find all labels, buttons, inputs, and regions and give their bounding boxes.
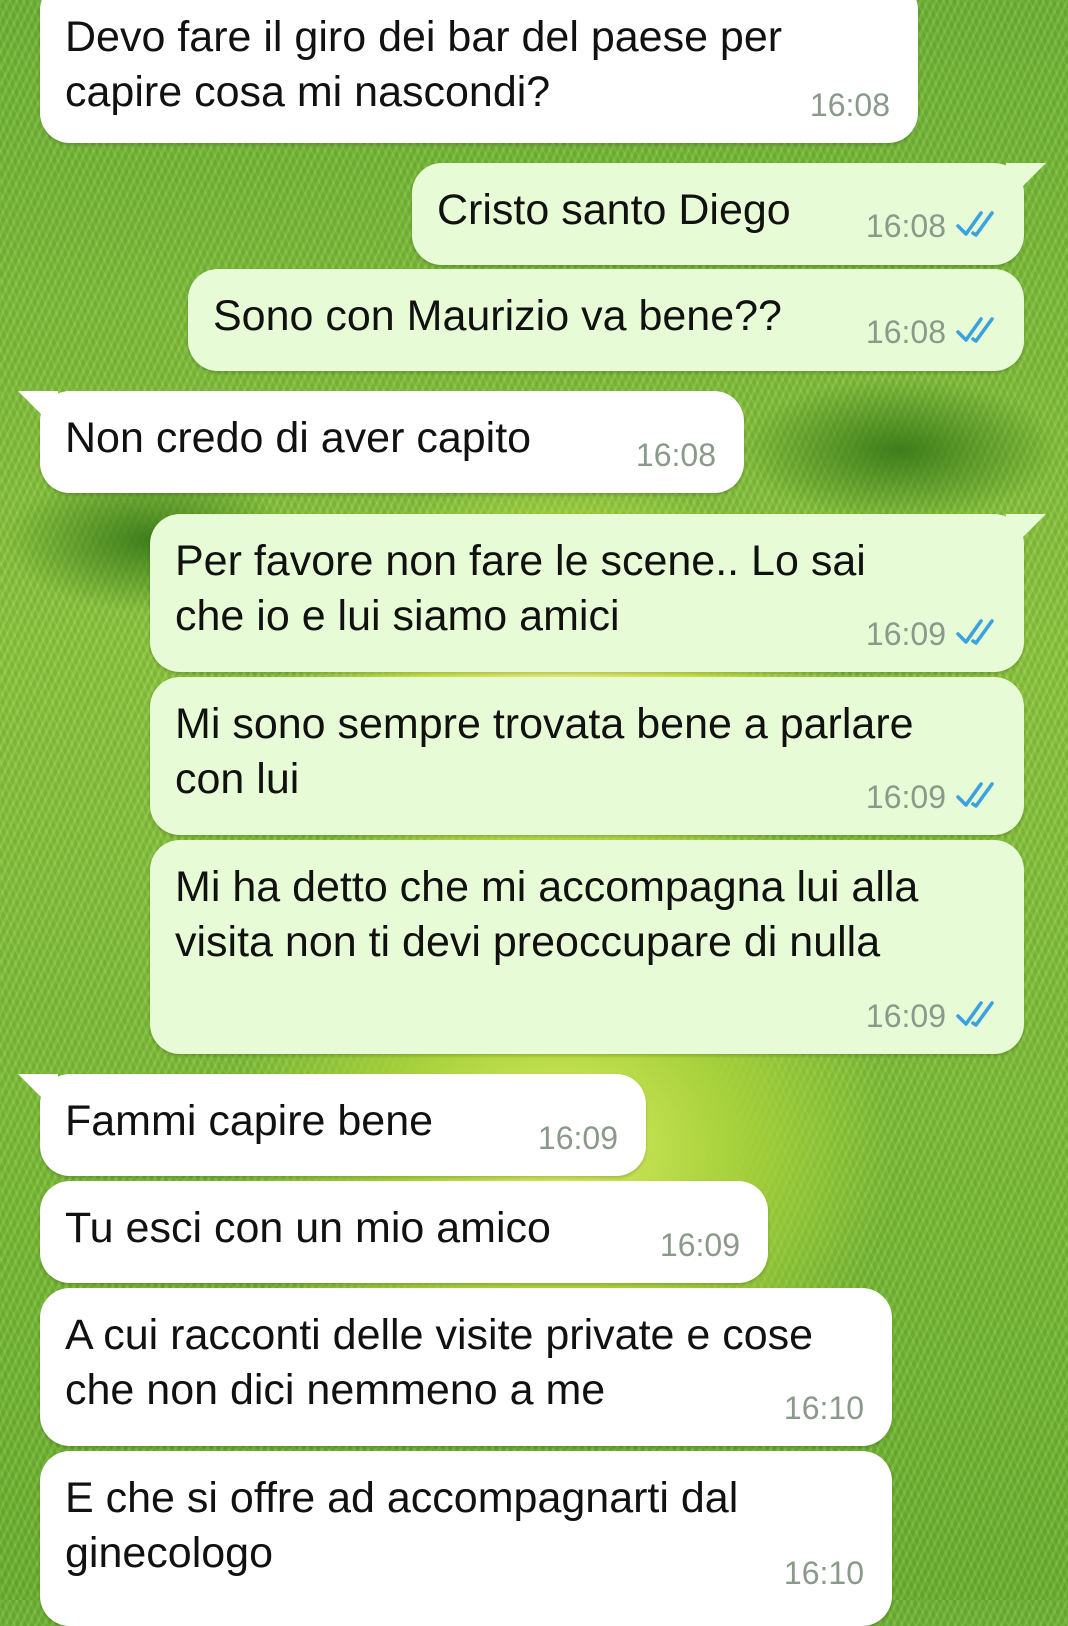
message-text: che non dici nemmeno a me xyxy=(65,1366,606,1414)
message-bubble-incoming[interactable]: Tu esci con un mio amico 16:09 xyxy=(40,1181,768,1283)
message-text: ginecologo xyxy=(65,1529,274,1577)
message-text: Mi sono sempre trovata bene a parlare xyxy=(175,700,914,748)
message-timestamp: 16:08 xyxy=(809,87,890,123)
message-text: Tu esci con un mio amico xyxy=(65,1204,551,1252)
message-timestamp: 16:09 xyxy=(659,1227,740,1263)
message-text: visita non ti devi preoccupare di nulla xyxy=(175,918,881,966)
message-text: capire cosa mi nascondi? xyxy=(65,68,551,116)
message-timestamp: 16:09 xyxy=(865,616,946,652)
message-text: Sono con Maurizio va bene?? xyxy=(213,292,782,340)
message-timestamp: 16:10 xyxy=(783,1390,864,1426)
read-check-icon xyxy=(956,619,994,645)
read-check-icon xyxy=(956,782,994,808)
message-bubble-incoming[interactable]: Devo fare il giro dei bar del paese per … xyxy=(40,0,918,143)
message-bubble-incoming[interactable]: Fammi capire bene 16:09 xyxy=(18,1074,646,1176)
message-timestamp: 16:09 xyxy=(865,998,946,1034)
message-bubble-outgoing[interactable]: Per favore non fare le scene.. Lo sai ch… xyxy=(150,514,1046,672)
message-bubble-incoming[interactable]: Non credo di aver capito 16:08 xyxy=(18,391,744,493)
message-timestamp: 16:09 xyxy=(865,779,946,815)
message-bubble-outgoing[interactable]: Mi ha detto che mi accompagna lui alla v… xyxy=(150,840,1024,1054)
bubble-tail xyxy=(1006,163,1046,203)
message-timestamp: 16:08 xyxy=(865,208,946,244)
message-text: A cui racconti delle visite private e co… xyxy=(65,1311,814,1359)
message-timestamp: 16:10 xyxy=(783,1555,864,1591)
read-check-icon xyxy=(956,317,994,343)
message-text: Devo fare il giro dei bar del paese per xyxy=(65,13,783,61)
message-text: Fammi capire bene xyxy=(65,1097,434,1145)
message-text: Mi ha detto che mi accompagna lui alla xyxy=(175,863,919,911)
read-check-icon xyxy=(956,211,994,237)
message-bubble-outgoing[interactable]: Sono con Maurizio va bene?? 16:08 xyxy=(188,269,1024,371)
message-text: che io e lui siamo amici xyxy=(175,592,620,640)
message-bubble-outgoing[interactable]: Cristo santo Diego 16:08 xyxy=(412,163,1046,265)
bubble-tail xyxy=(18,1074,58,1114)
message-text: E che si offre ad accompagnarti dal xyxy=(65,1474,739,1522)
message-text: Per favore non fare le scene.. Lo sai xyxy=(175,537,866,585)
chat-area: Devo fare il giro dei bar del paese per … xyxy=(0,0,1068,1626)
bubble-tail xyxy=(1006,514,1046,554)
message-bubble-incoming[interactable]: A cui racconti delle visite private e co… xyxy=(40,1288,892,1446)
message-text: Cristo santo Diego xyxy=(437,186,791,234)
message-text: Non credo di aver capito xyxy=(65,414,532,462)
message-timestamp: 16:08 xyxy=(635,437,716,473)
message-timestamp: 16:08 xyxy=(865,314,946,350)
message-timestamp: 16:09 xyxy=(537,1120,618,1156)
message-bubble-outgoing[interactable]: Mi sono sempre trovata bene a parlare co… xyxy=(150,677,1024,835)
message-text: con lui xyxy=(175,755,300,803)
bubble-tail xyxy=(18,391,58,431)
read-check-icon xyxy=(956,1001,994,1027)
